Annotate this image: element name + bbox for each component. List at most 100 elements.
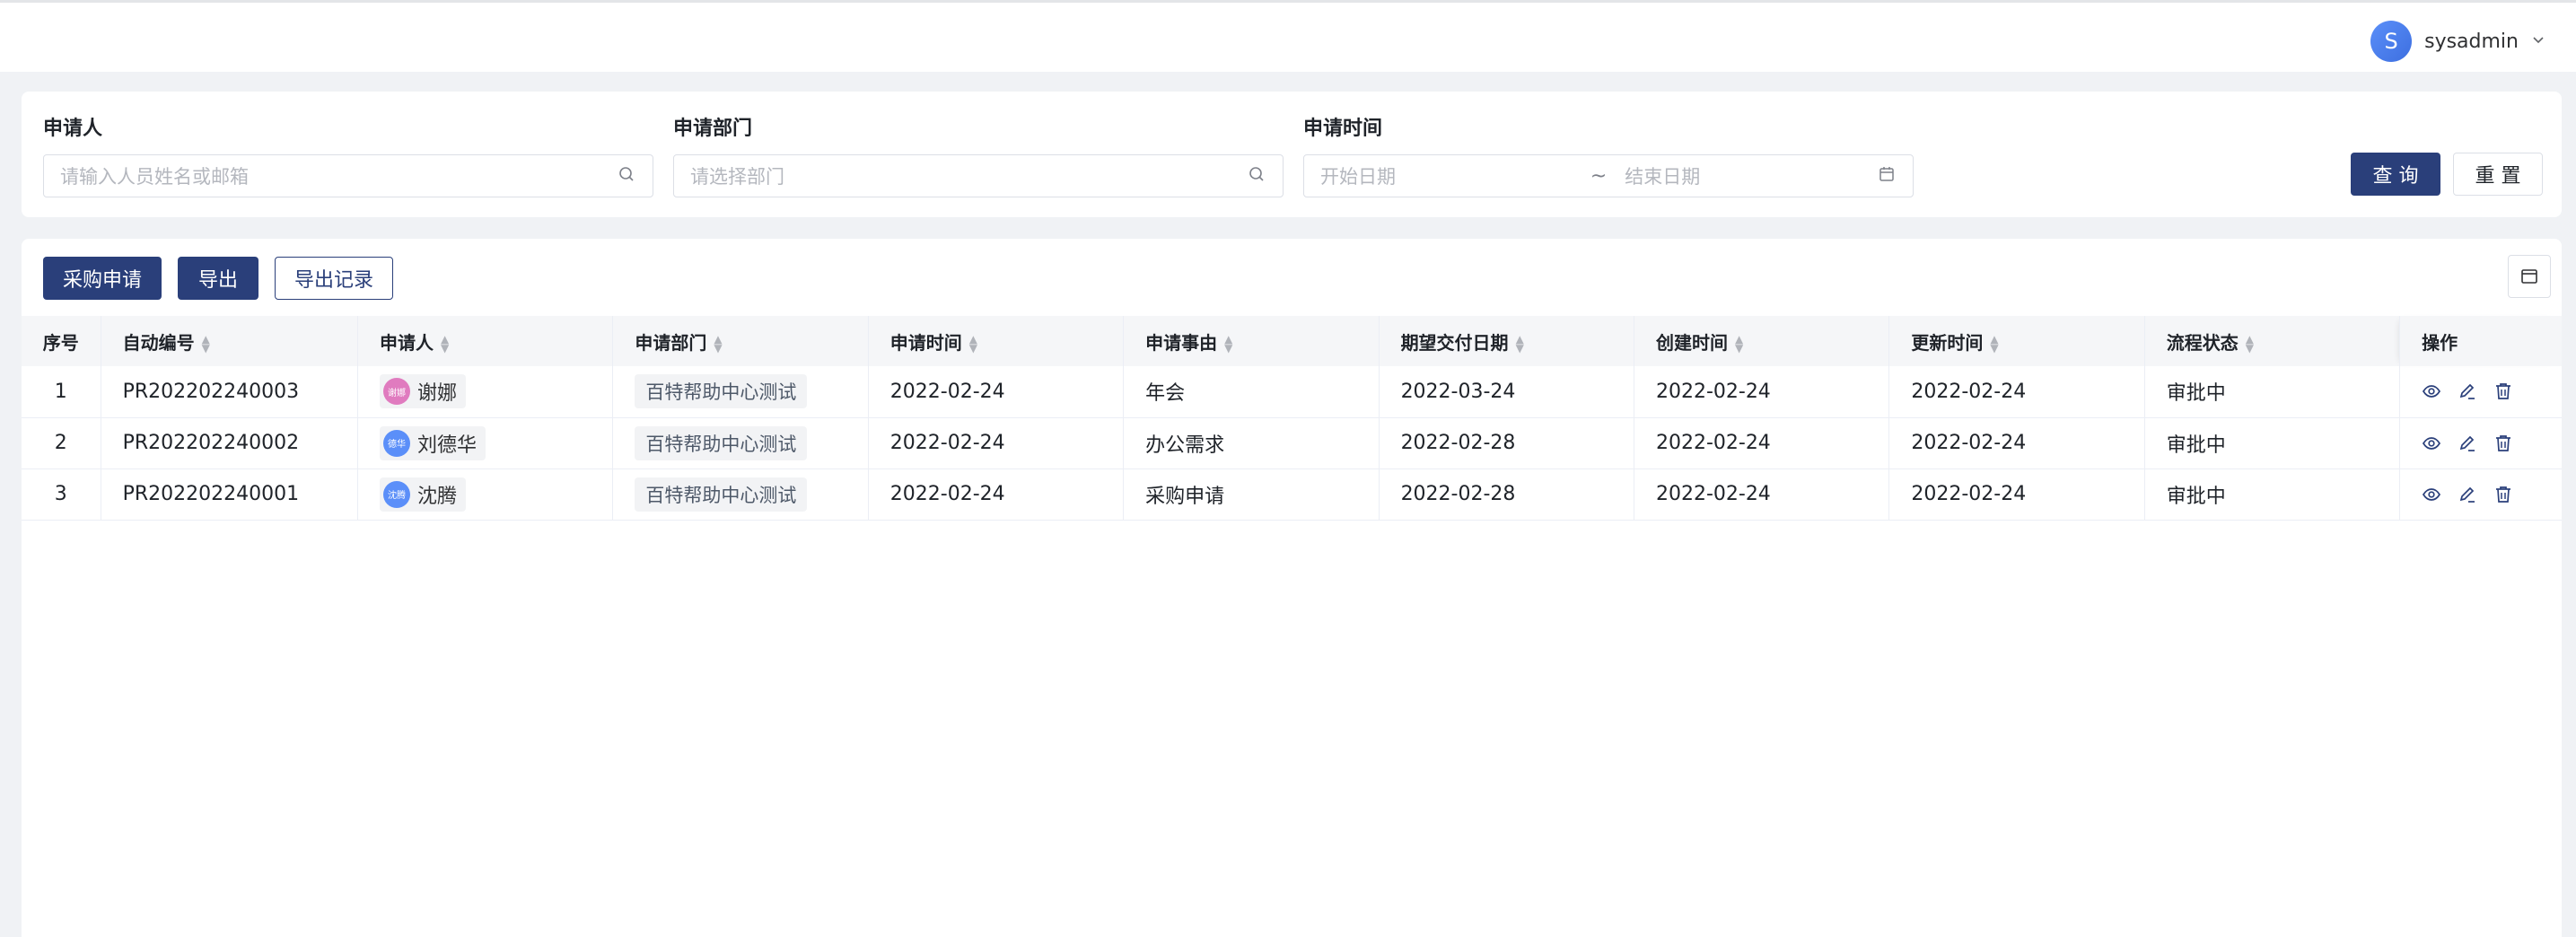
user-name: sysadmin [2424,30,2519,53]
row-applicant: 谢娜 谢娜 [357,366,614,418]
date-separator: ~ [1590,164,1608,188]
date-filter: 申请时间 开始日期 ~ 结束日期 [1303,113,1914,197]
end-date-input[interactable]: 结束日期 [1625,162,1877,189]
row-department: 百特帮助中心测试 [612,417,869,469]
row-status: 审批中 [2144,468,2401,521]
col-header-status[interactable]: 流程状态 ▲ ▼ [2144,316,2401,366]
purchase-table: 序号 自动编号 ▲ ▼ 申请人 ▲ ▼ 申请部门 ▲ ▼ 申请时间 ▲ ▼ 申请事由 ▲ ▼ 期望交… [22,316,2562,521]
edit-icon[interactable] [2458,433,2477,453]
col-header-created[interactable]: 创建时间 ▲ ▼ [1634,316,1890,366]
row-status: 审批中 [2144,417,2401,469]
row-reason: 年会 [1123,366,1380,418]
date-label: 申请时间 [1303,118,1383,140]
delete-icon[interactable] [2493,485,2513,504]
view-icon[interactable] [2422,433,2441,453]
col-header-apply-date[interactable]: 申请时间 ▲ ▼ [868,316,1125,366]
department-select[interactable]: 请选择部门 [673,154,1284,197]
reset-button[interactable]: 重 置 [2453,153,2543,196]
delete-icon[interactable] [2493,433,2513,453]
col-header-expected-date[interactable]: 期望交付日期 ▲ ▼ [1379,316,1634,366]
applicant-tag: 谢娜 谢娜 [380,374,467,409]
department-filter: 申请部门 请选择部门 [673,113,1284,197]
department-placeholder: 请选择部门 [690,166,784,188]
table-header: 序号 自动编号 ▲ ▼ 申请人 ▲ ▼ 申请部门 ▲ ▼ 申请时间 ▲ ▼ 申请事由 ▲ ▼ 期望交… [22,316,2562,366]
column-settings-icon[interactable] [2508,255,2551,298]
row-expected-date: 2022-02-28 [1379,468,1634,521]
department-tag: 百特帮助中心测试 [635,477,808,512]
calendar-icon [1877,165,1897,188]
applicant-input[interactable]: 请输入人员姓名或邮箱 [43,154,653,197]
department-tag: 百特帮助中心测试 [635,374,808,409]
row-created: 2022-02-24 [1634,468,1890,521]
user-avatar: S [2370,21,2413,62]
applicant-label: 申请人 [43,118,103,140]
edit-icon[interactable] [2458,485,2477,504]
applicant-avatar: 谢娜 [383,378,410,406]
row-department: 百特帮助中心测试 [612,468,869,521]
delete-icon[interactable] [2493,381,2513,401]
export-button[interactable]: 导出 [178,257,258,300]
row-actions [2399,417,2562,469]
row-expected-date: 2022-02-28 [1379,417,1634,469]
row-index: 2 [22,417,101,469]
col-header-code[interactable]: 自动编号 ▲ ▼ [101,316,359,366]
department-label: 申请部门 [673,118,753,140]
row-apply-date: 2022-02-24 [868,417,1125,469]
sort-icon: ▲ ▼ [1990,333,1999,355]
applicant-name: 谢娜 [417,382,458,406]
purchase-request-button[interactable]: 采购申请 [43,257,162,300]
view-icon[interactable] [2422,381,2441,401]
sort-icon: ▲ ▼ [1224,333,1233,355]
col-header-reason[interactable]: 申请事由 ▲ ▼ [1123,316,1380,366]
department-tag: 百特帮助中心测试 [635,425,808,460]
filter-panel: 申请人 请输入人员姓名或邮箱 申请部门 请选择部门 申请时间 开始日期 ~ 结束… [22,92,2562,217]
sort-icon: ▲ ▼ [2245,333,2254,355]
row-apply-date: 2022-02-24 [868,366,1125,418]
row-code: PR202202240002 [101,417,359,469]
row-updated: 2022-02-24 [1888,366,2145,418]
row-status: 审批中 [2144,366,2401,418]
applicant-name: 沈腾 [417,485,458,508]
row-code: PR202202240001 [101,468,359,521]
row-actions [2399,366,2562,418]
sort-icon: ▲ ▼ [1515,333,1524,355]
sort-icon: ▲ ▼ [714,333,723,355]
user-menu[interactable]: S sysadmin [2370,21,2545,62]
query-button[interactable]: 查 询 [2351,153,2440,196]
table-panel: 采购申请 导出 导出记录 序号 自动编号 ▲ ▼ 申请人 ▲ ▼ 申请部门 ▲ ▼ 申请时间… [22,239,2562,937]
applicant-filter: 申请人 请输入人员姓名或邮箱 [43,113,653,197]
row-department: 百特帮助中心测试 [612,366,869,418]
applicant-tag: 沈腾 沈腾 [380,477,467,512]
sort-icon: ▲ ▼ [441,333,450,355]
col-header-updated[interactable]: 更新时间 ▲ ▼ [1888,316,2145,366]
row-reason: 办公需求 [1123,417,1380,469]
search-icon [1247,165,1266,188]
applicant-avatar: 德华 [383,429,410,457]
col-header-index: 序号 [22,316,101,366]
date-range-picker[interactable]: 开始日期 ~ 结束日期 [1303,154,1914,197]
col-header-department[interactable]: 申请部门 ▲ ▼ [612,316,869,366]
applicant-placeholder: 请输入人员姓名或邮箱 [60,166,249,188]
export-history-button[interactable]: 导出记录 [275,257,393,300]
start-date-input[interactable]: 开始日期 [1320,162,1573,189]
applicant-name: 刘德华 [417,433,478,457]
row-apply-date: 2022-02-24 [868,468,1125,521]
row-updated: 2022-02-24 [1888,468,2145,521]
view-icon[interactable] [2422,485,2441,504]
row-actions [2399,468,2562,521]
row-index: 3 [22,468,101,521]
col-header-applicant[interactable]: 申请人 ▲ ▼ [357,316,614,366]
sort-icon: ▲ ▼ [1734,333,1744,355]
row-created: 2022-02-24 [1634,417,1890,469]
edit-icon[interactable] [2458,381,2477,401]
table-row[interactable]: 1 PR202202240003 谢娜 谢娜 百特帮助中心测试 2022-02-… [22,366,2562,418]
row-expected-date: 2022-03-24 [1379,366,1634,418]
row-created: 2022-02-24 [1634,366,1890,418]
table-row[interactable]: 2 PR202202240002 德华 刘德华 百特帮助中心测试 2022-02… [22,417,2562,469]
applicant-avatar: 沈腾 [383,480,410,508]
applicant-tag: 德华 刘德华 [380,425,486,460]
table-row[interactable]: 3 PR202202240001 沈腾 沈腾 百特帮助中心测试 2022-02-… [22,468,2562,521]
row-code: PR202202240003 [101,366,359,418]
chevron-down-icon [2531,32,2545,50]
top-bar: S sysadmin [0,0,2576,72]
